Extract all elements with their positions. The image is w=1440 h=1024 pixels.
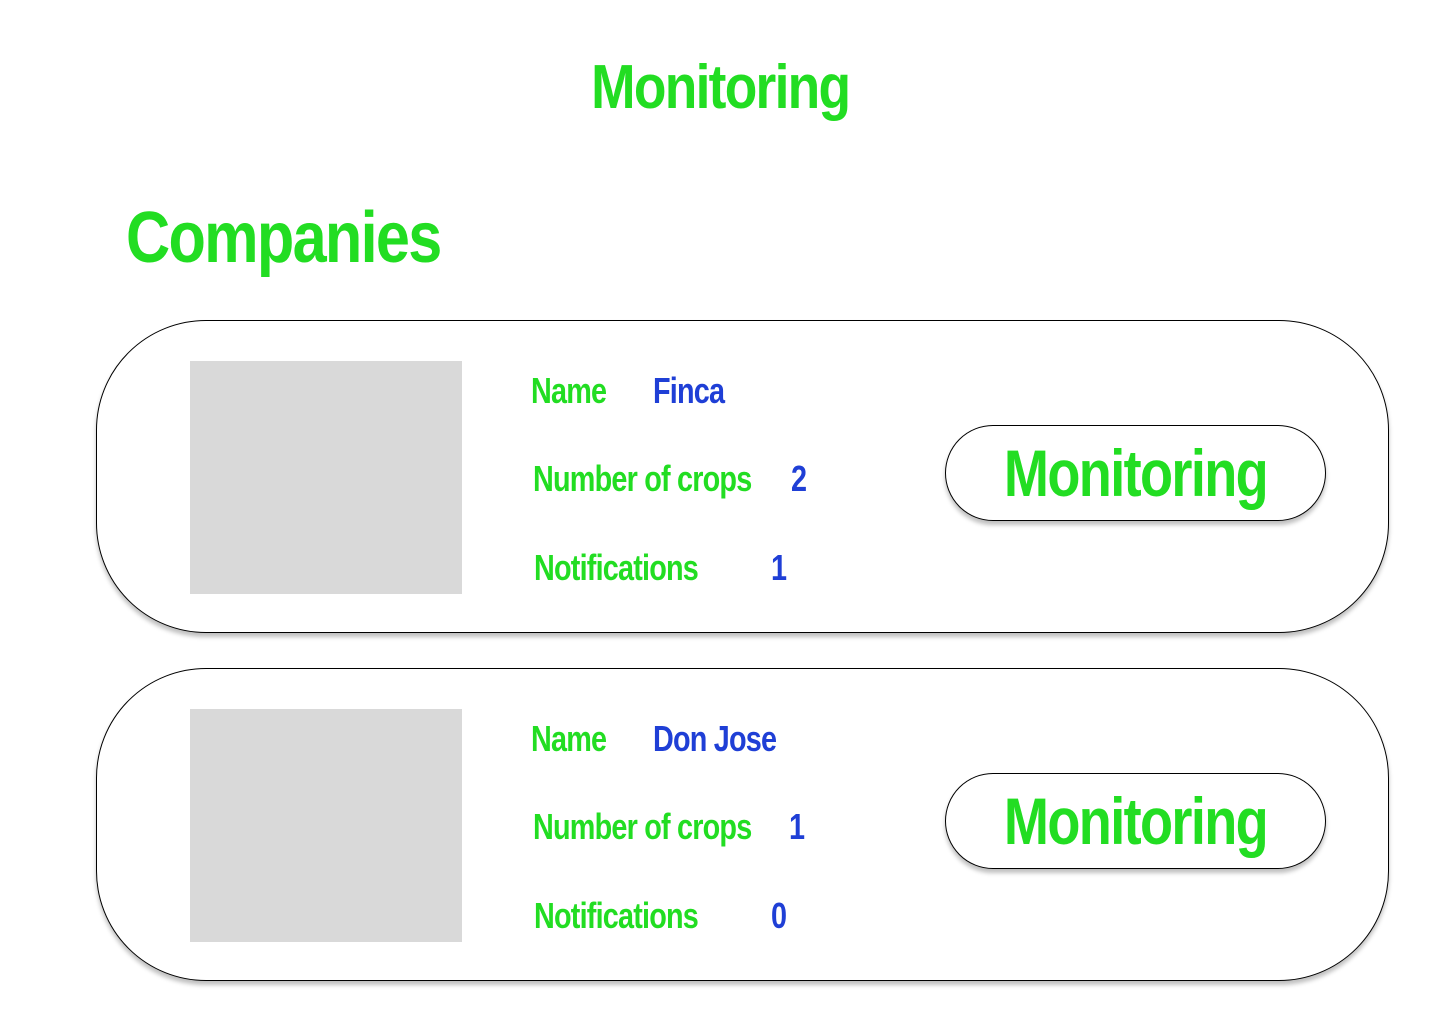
crops-label: Number of crops bbox=[533, 806, 752, 847]
notifications-label: Notifications bbox=[534, 547, 699, 588]
company-card: Name Finca Number of crops 2 Notificatio… bbox=[96, 320, 1389, 633]
crops-value: 1 bbox=[789, 806, 805, 847]
company-image-placeholder bbox=[190, 709, 462, 942]
crops-label: Number of crops bbox=[533, 458, 752, 499]
company-card: Name Don Jose Number of crops 1 Notifica… bbox=[96, 668, 1389, 981]
monitoring-button[interactable]: Monitoring bbox=[945, 773, 1326, 869]
monitoring-button[interactable]: Monitoring bbox=[945, 425, 1326, 521]
notifications-label: Notifications bbox=[534, 895, 699, 936]
monitoring-button-label: Monitoring bbox=[1003, 436, 1269, 510]
notifications-value: 1 bbox=[771, 547, 787, 588]
monitoring-button-label: Monitoring bbox=[1003, 784, 1269, 858]
notifications-value: 0 bbox=[771, 895, 787, 936]
name-value: Finca bbox=[653, 370, 725, 411]
name-label: Name bbox=[531, 370, 607, 411]
crops-value: 2 bbox=[791, 458, 807, 499]
name-value: Don Jose bbox=[653, 718, 777, 759]
company-image-placeholder bbox=[190, 361, 462, 594]
page-title: Monitoring bbox=[591, 53, 851, 122]
section-title-companies: Companies bbox=[126, 198, 442, 278]
name-label: Name bbox=[531, 718, 607, 759]
